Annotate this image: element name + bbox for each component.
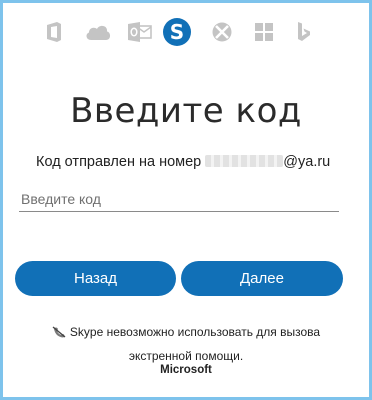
bing-icon[interactable] <box>289 17 319 47</box>
notice-line-1: Skype невозможно использовать для вызова <box>69 325 321 339</box>
back-button[interactable]: Назад <box>15 261 176 296</box>
no-phone-icon <box>52 323 66 345</box>
code-sent-message: Код отправлен на номер @ya.ru <box>36 154 330 170</box>
onedrive-icon[interactable] <box>83 17 113 47</box>
next-button[interactable]: Далее <box>181 261 343 296</box>
masked-email <box>205 155 284 167</box>
emergency-notice: Skype невозможно использовать для вызова… <box>3 321 369 367</box>
svg-text:S: S <box>170 20 184 44</box>
skype-icon[interactable]: S <box>161 16 193 48</box>
product-icon-bar: S <box>39 17 339 49</box>
outlook-icon[interactable] <box>125 17 155 47</box>
code-input[interactable] <box>19 186 339 212</box>
microsoft-brand: Microsoft <box>160 364 212 376</box>
notice-line-2: экстренной помощи. <box>128 349 244 363</box>
windows-icon[interactable] <box>249 17 279 47</box>
code-sent-prefix: Код отправлен на номер <box>36 154 202 170</box>
sign-in-dialog: S Введите код Код отправлен на номер @ya… <box>0 0 372 400</box>
code-sent-suffix: @ya.ru <box>283 154 331 170</box>
xbox-icon[interactable] <box>207 17 237 47</box>
page-title: Введите код <box>70 91 302 131</box>
office-icon[interactable] <box>39 17 69 47</box>
